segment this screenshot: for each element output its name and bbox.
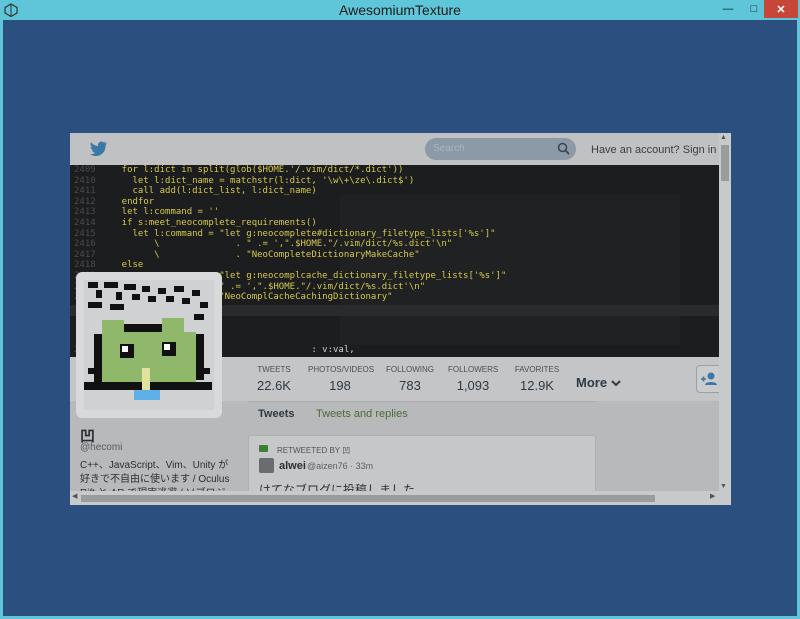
retweeted-by-label: RETWEETED BY 凹: [277, 446, 351, 455]
banner-shade: [340, 195, 680, 345]
window-title: AwesomiumTexture: [339, 2, 461, 18]
window-border-left: [0, 20, 3, 619]
tabs-divider: [248, 401, 596, 402]
code-line: 2414 if s:meet_neocomplete_requirements(…: [74, 218, 317, 228]
browser-texture[interactable]: Search Have an account? Sign in ▾ 2409 f…: [70, 133, 731, 505]
code-line: 2418 else: [74, 260, 144, 271]
code-line: 2412 endfor: [74, 196, 155, 207]
tab-tweets[interactable]: Tweets: [258, 408, 294, 420]
search-placeholder: Search: [433, 143, 465, 154]
scrollbar-corner: [719, 491, 731, 505]
chevron-down-icon: [610, 380, 621, 387]
close-button[interactable]: ✕: [764, 0, 798, 18]
tweet-avatar[interactable]: [259, 458, 274, 473]
code-line: 2417 \ . "NeoCompleteDictionaryMakeCache…: [74, 249, 420, 260]
scroll-left-arrow-icon[interactable]: ◀: [72, 492, 77, 500]
twitter-top-nav: Search Have an account? Sign in ▾: [70, 133, 731, 165]
more-menu-button[interactable]: More: [576, 375, 621, 390]
scroll-up-arrow-icon[interactable]: ▲: [720, 134, 727, 141]
profile-avatar[interactable]: [76, 272, 222, 418]
code-line: 2413 let l:command = '': [74, 207, 220, 218]
stat-photos-videos[interactable]: PHOTOS/VIDEOS 198: [308, 365, 374, 393]
code-line: 2416 \ . " .= ',".$HOME."/.vim/dict/%s.d…: [74, 239, 453, 250]
tweet-handle-time[interactable]: @aizen76 · 33m: [307, 461, 373, 471]
profile-handle[interactable]: @hecomi: [80, 442, 122, 453]
scroll-right-arrow-icon[interactable]: ▶: [710, 492, 715, 500]
code-line: 2415 let l:command = "let g:neocomplete#…: [74, 228, 496, 239]
code-line: 2411 call add(l:dict_list, l:dict_name): [74, 186, 317, 197]
vertical-scroll-thumb[interactable]: [721, 145, 729, 181]
tweet-user-name[interactable]: alwei: [279, 460, 306, 472]
horizontal-scroll-thumb[interactable]: [81, 495, 655, 502]
title-bar: AwesomiumTexture — □ ✕: [0, 0, 800, 20]
stat-tweets[interactable]: TWEETS 22.6K: [256, 365, 292, 393]
search-box[interactable]: Search: [425, 138, 576, 160]
sign-in-link[interactable]: Have an account? Sign in ▾: [591, 143, 725, 156]
avatar-frog-icon: [84, 280, 214, 410]
minimize-button[interactable]: —: [715, 0, 741, 18]
stat-following[interactable]: FOLLOWING 783: [386, 365, 434, 393]
tab-tweets-and-replies[interactable]: Tweets and replies: [316, 408, 408, 420]
scroll-down-arrow-icon[interactable]: ▼: [720, 483, 727, 490]
stat-favorites[interactable]: FAVORITES 12.9K: [514, 365, 560, 393]
twitter-bird-icon[interactable]: [90, 141, 108, 156]
stat-followers[interactable]: FOLLOWERS 1,093: [448, 365, 498, 393]
vertical-scrollbar[interactable]: [719, 133, 731, 505]
more-label: More: [576, 375, 608, 390]
code-line: 2410 let l:dict_name = matchstr(l:dict, …: [74, 175, 415, 186]
search-icon[interactable]: [557, 142, 570, 155]
code-line: 2409 for l:dict in split(glob($HOME.'/.v…: [74, 165, 404, 175]
retweet-icon: [259, 445, 268, 452]
